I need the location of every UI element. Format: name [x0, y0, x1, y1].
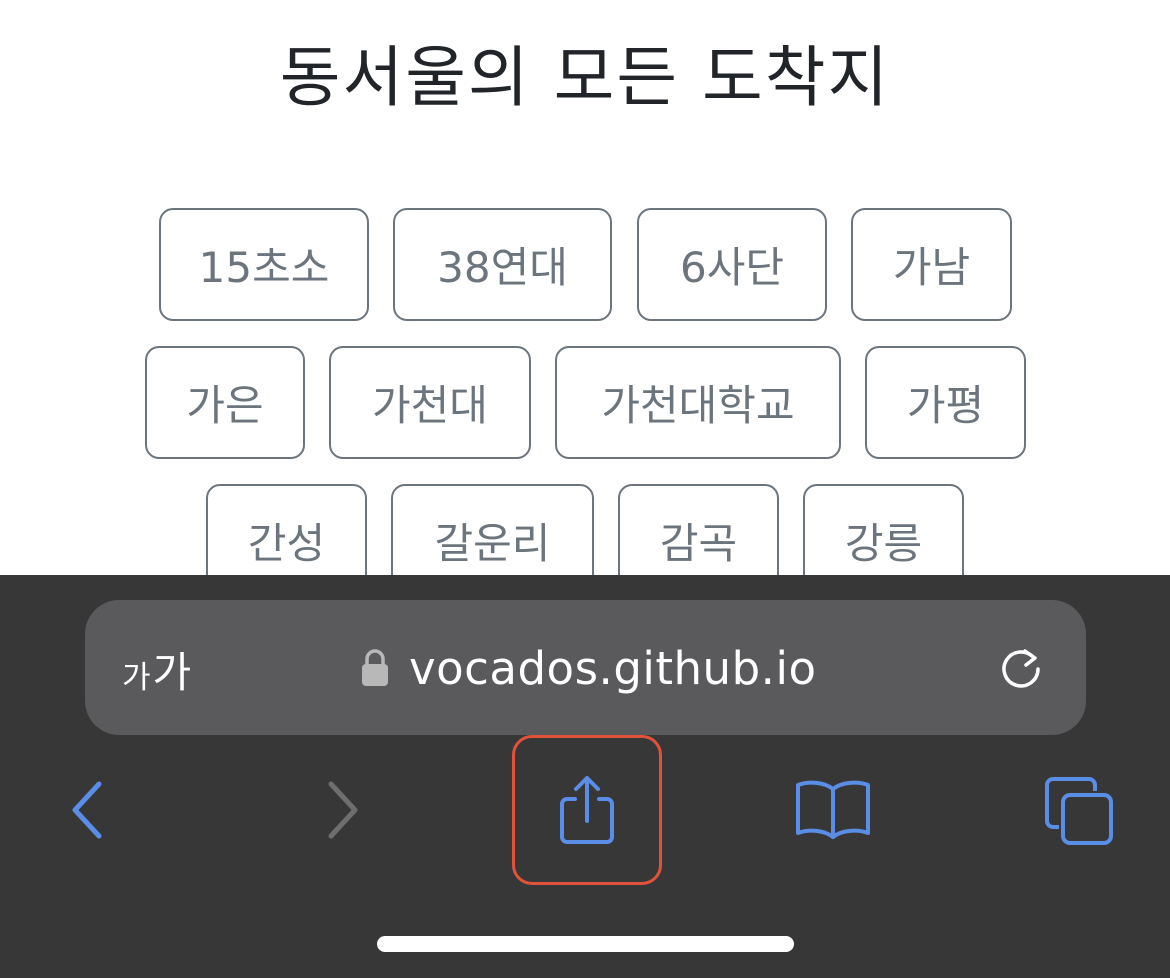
share-icon — [560, 776, 614, 844]
text-size-big-label: 가 — [152, 648, 192, 697]
destination-button[interactable]: 가남 — [851, 208, 1012, 321]
destination-button[interactable]: 15초소 — [159, 208, 369, 321]
destination-button[interactable]: 38연대 — [393, 208, 612, 321]
destination-button[interactable]: 가평 — [865, 346, 1026, 459]
text-size-small-label: 가 — [122, 660, 151, 696]
reload-icon[interactable] — [996, 644, 1046, 694]
page-title: 동서울의 모든 도착지 — [279, 39, 891, 116]
destination-button[interactable]: 가천대학교 — [555, 346, 841, 459]
home-indicator[interactable] — [377, 936, 794, 952]
url-text: vocados.github.io — [409, 641, 817, 695]
tabs-button[interactable] — [1040, 773, 1118, 848]
back-button[interactable] — [62, 775, 112, 845]
share-button[interactable] — [512, 735, 662, 885]
bookmarks-button[interactable] — [790, 775, 876, 845]
destination-button[interactable]: 가은 — [145, 346, 305, 459]
tabs-icon — [1045, 776, 1113, 845]
text-size-button[interactable]: 가 가 — [122, 644, 191, 694]
lock-icon — [362, 649, 388, 686]
url-display[interactable]: vocados.github.io — [360, 640, 816, 696]
forward-button[interactable] — [318, 775, 368, 845]
destination-button[interactable]: 6사단 — [637, 208, 827, 321]
chevron-right-icon — [328, 781, 358, 839]
address-bar[interactable]: 가 가 vocados.github.io — [85, 600, 1086, 735]
browser-toolbar: 가 가 vocados.github.io — [0, 575, 1170, 978]
chevron-left-icon — [72, 781, 102, 839]
book-icon — [796, 780, 870, 839]
destination-button[interactable]: 가천대 — [329, 346, 531, 459]
